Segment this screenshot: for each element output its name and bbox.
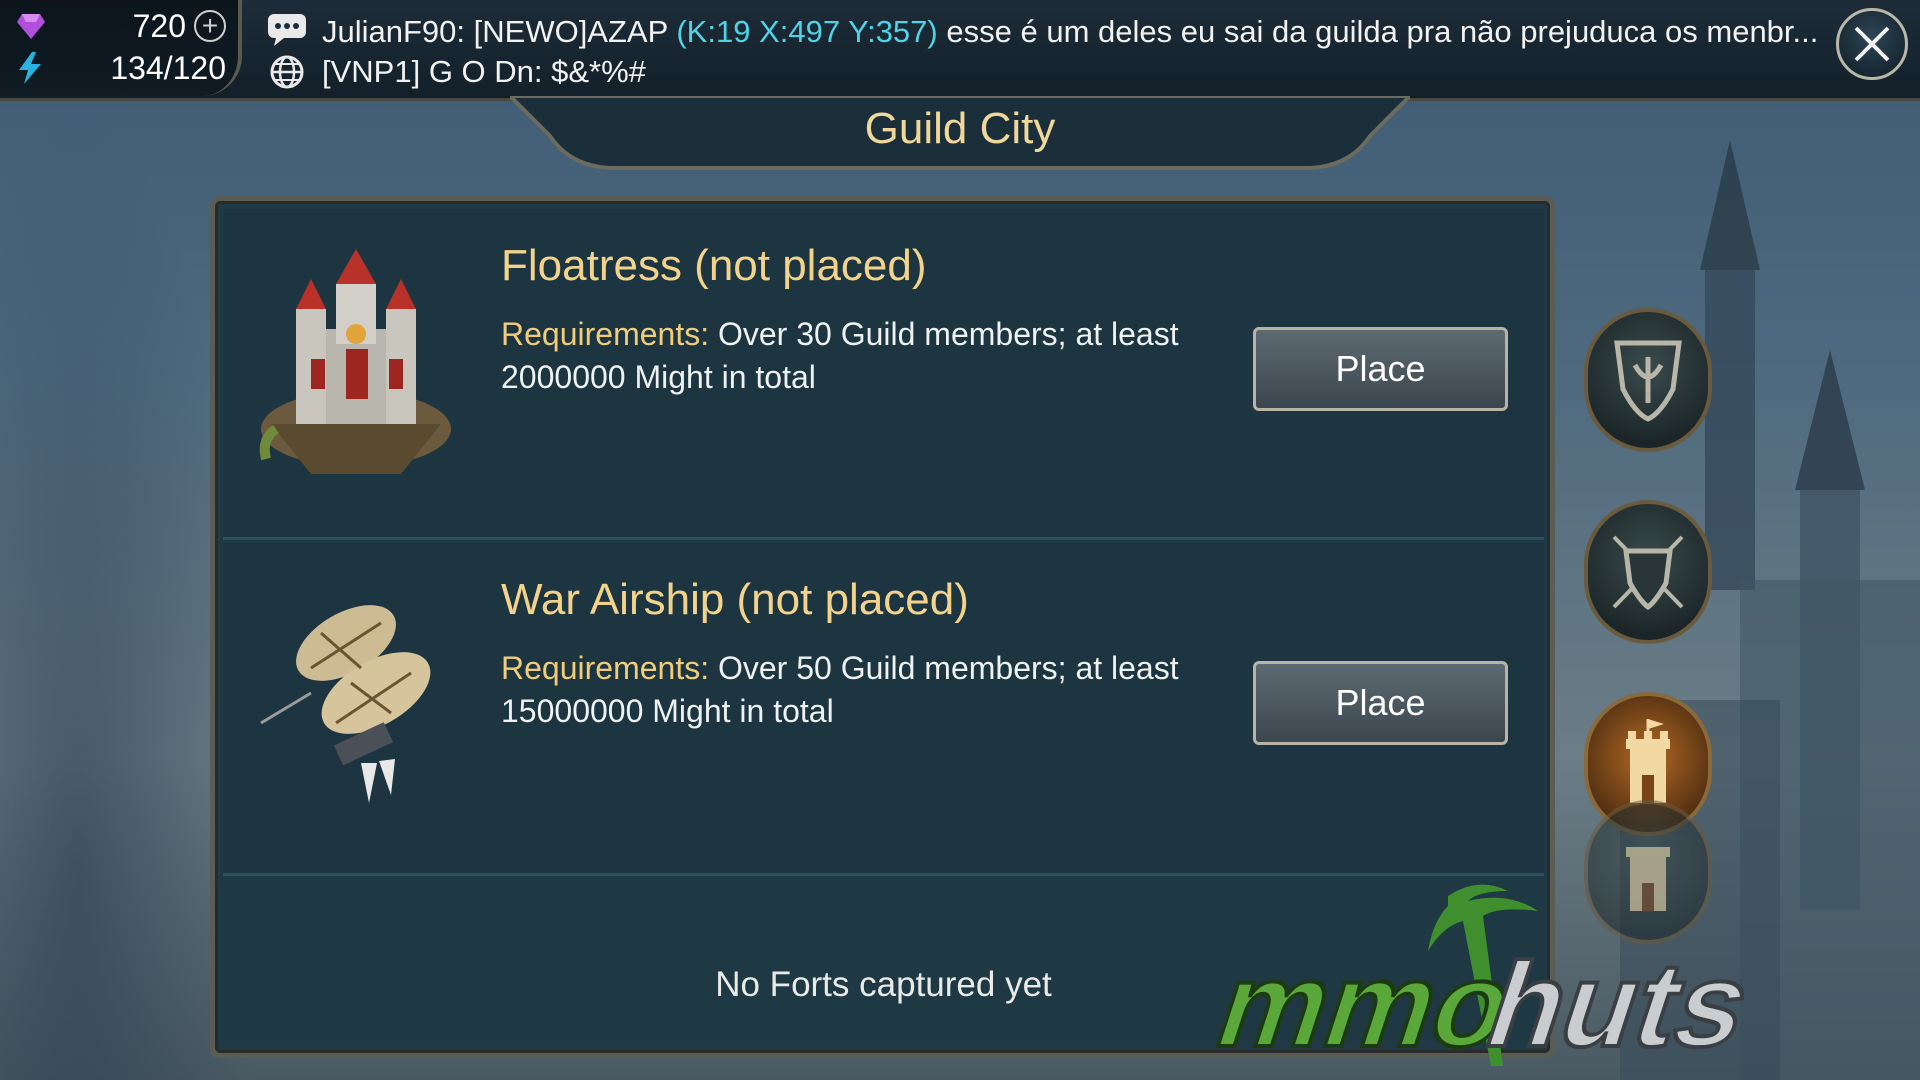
title-banner: Guild City (510, 96, 1410, 172)
chat-ticker[interactable]: JulianF90: [NEWO]AZAP (K:19 X:497 Y:357)… (262, 8, 1822, 92)
chat-text: esse é um deles eu sai da guilda pra não… (946, 14, 1819, 49)
war-airship-icon (260, 605, 431, 803)
item-requirements: Requirements: Over 30 Guild members; at … (501, 313, 1191, 399)
chat-coordinates-link[interactable]: (K:19 X:497 Y:357) (676, 14, 937, 49)
fort-tower-icon (1626, 719, 1670, 803)
energy-row: 134/120 (16, 48, 226, 88)
gems-row: 720 + (16, 6, 226, 46)
list-item-war-airship: War Airship (not placed) Requirements: O… (223, 543, 1544, 876)
shield-swords-icon (1612, 535, 1684, 611)
svg-text:huts: huts (1471, 939, 1768, 1066)
side-tab-shield-swords[interactable] (1584, 500, 1712, 644)
place-war-airship-button[interactable]: Place (1253, 661, 1508, 745)
list-item-floatress: Floatress (not placed) Requirements: Ove… (223, 209, 1544, 540)
floatress-castle-icon (259, 249, 451, 474)
resource-panel: 720 + 134/120 (0, 0, 242, 96)
top-hud: 720 + 134/120 JulianF90: [NEWO]AZAP (K:1… (0, 0, 1920, 101)
gems-count: 720 (132, 7, 186, 44)
side-tab-guild-crest[interactable] (1584, 308, 1712, 452)
chat-message-1: JulianF90: [NEWO]AZAP (K:19 X:497 Y:357)… (322, 14, 1818, 54)
add-gems-button[interactable]: + (194, 10, 226, 42)
watermark-logo: mmo huts (1208, 884, 1770, 1066)
energy-count: 134/120 (110, 49, 226, 86)
chat-bubble-icon (268, 14, 306, 46)
item-title: Floatress (not placed) (501, 241, 927, 290)
guild-crest-icon (1614, 340, 1682, 422)
close-button[interactable] (1836, 8, 1908, 80)
chat-sender: JulianF90: [NEWO]AZAP (322, 14, 668, 49)
item-requirements: Requirements: Over 50 Guild members; at … (501, 647, 1191, 733)
place-floatress-button[interactable]: Place (1253, 327, 1508, 411)
requirements-label: Requirements: (501, 650, 710, 686)
close-icon (1854, 26, 1890, 62)
globe-icon (270, 55, 304, 89)
gem-icon (17, 14, 45, 39)
page-title: Guild City (864, 104, 1056, 153)
chat-message-2: [VNP1] G O Dn: $&*%# (322, 54, 646, 89)
item-title: War Airship (not placed) (501, 575, 969, 624)
lightning-icon (19, 52, 41, 84)
requirements-label: Requirements: (501, 316, 710, 352)
